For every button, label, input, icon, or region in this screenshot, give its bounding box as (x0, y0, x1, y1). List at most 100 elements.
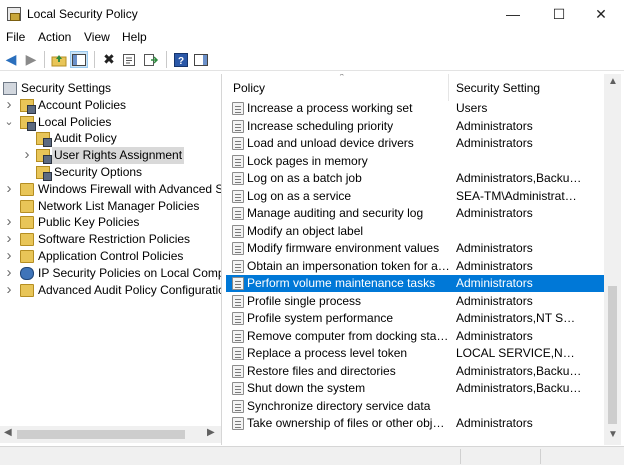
tree-item[interactable]: Security Options (0, 164, 221, 181)
scrollbar-thumb[interactable] (17, 430, 185, 439)
properties-icon[interactable] (120, 51, 138, 68)
policy-row[interactable]: Obtain an impersonation token for ano...… (226, 258, 604, 275)
policy-row[interactable]: Perform volume maintenance tasks Administ… (226, 275, 604, 292)
scroll-left-arrow-icon[interactable]: ◀ (4, 427, 12, 438)
tree-item[interactable]: Audit Policy (0, 130, 221, 148)
menu-file[interactable]: File (6, 30, 25, 44)
chevron-right-icon[interactable]: › (4, 248, 14, 263)
folder-icon (20, 233, 34, 247)
chevron-right-icon[interactable]: › (4, 97, 14, 112)
app-icon (7, 7, 21, 21)
column-header-policy[interactable]: Policy (233, 74, 265, 101)
help-icon[interactable]: ? (172, 51, 190, 68)
policy-row[interactable]: Modify an object label (226, 223, 604, 240)
chevron-right-icon[interactable]: › (4, 214, 14, 229)
tree-item[interactable]: › Public Key Policies (0, 214, 221, 231)
toolbar-separator (44, 51, 45, 68)
policy-row[interactable]: Replace a process level token LOCAL SERVI… (226, 345, 604, 362)
tree-item[interactable]: Security Settings (0, 80, 221, 97)
policy-icon (232, 137, 244, 150)
policy-icon (232, 312, 244, 325)
security-setting-value: SEA-TM\Administrator,... (456, 188, 582, 203)
folder-icon (20, 182, 34, 196)
menu-bar: File Action View Help (0, 29, 624, 47)
menu-view[interactable]: View (84, 30, 110, 44)
security-setting-value: Administrators (456, 258, 533, 273)
tree-item-label: Application Control Policies (38, 249, 184, 263)
chevron-right-icon[interactable]: › (4, 181, 14, 196)
console-tree[interactable]: Security Settings › Account Policies ⌄ Local… (0, 74, 222, 445)
window-title: Local Security Policy (27, 7, 138, 21)
policy-icon (232, 189, 244, 203)
policy-row[interactable]: Load and unload device drivers Administra… (226, 135, 604, 152)
folder-lock-icon (36, 149, 52, 165)
action-pane-icon[interactable] (192, 51, 210, 68)
tree-item-label: Public Key Policies (38, 215, 140, 230)
scroll-right-arrow-icon[interactable]: ▶ (207, 427, 215, 438)
policy-icon (232, 364, 244, 378)
back-arrow-icon[interactable]: ◀ (2, 51, 20, 68)
up-folder-icon[interactable] (50, 51, 68, 68)
folder-lock-icon (20, 115, 36, 131)
tree-item[interactable]: › Windows Firewall with Advanced Secu (0, 181, 221, 198)
export-list-icon[interactable] (142, 51, 160, 68)
list-vertical-scrollbar[interactable]: ▲ ▼ (604, 74, 621, 445)
chevron-right-icon[interactable]: › (4, 282, 14, 297)
policy-icon (232, 399, 244, 413)
title-bar: Local Security Policy — ☐ ✕ (0, 0, 624, 28)
status-panel (540, 449, 624, 464)
policy-row[interactable]: Log on as a batch job Administrators,Back… (226, 170, 604, 187)
policy-row[interactable]: Synchronize directory service data (226, 398, 604, 415)
minimize-button[interactable]: — (490, 0, 536, 28)
tree-horizontal-scrollbar[interactable]: ◀ ▶ (0, 426, 221, 443)
policy-row[interactable]: Lock pages in memory (226, 153, 604, 170)
menu-help[interactable]: Help (122, 30, 147, 44)
chevron-down-icon[interactable]: ⌄ (4, 114, 14, 131)
policy-icon (232, 224, 244, 238)
policy-row[interactable]: Profile single process Administrators (226, 293, 604, 310)
security-settings-icon (3, 82, 17, 95)
tree-item[interactable]: › Account Policies (0, 97, 221, 114)
tree-item-label: Security Settings (21, 81, 112, 95)
policy-row[interactable]: Profile system performance Administrators… (226, 310, 604, 327)
policy-row[interactable]: Log on as a service SEA-TM\Administrator,… (226, 188, 604, 205)
security-setting-value: Administrators,Backup ... (456, 363, 582, 378)
policy-name: Manage auditing and security log (247, 206, 424, 220)
forward-arrow-icon[interactable]: ▶ (22, 51, 40, 68)
menu-action[interactable]: Action (38, 30, 71, 44)
tree-item[interactable]: Network List Manager Policies (0, 198, 221, 215)
policy-row[interactable]: Remove computer from docking station Admi… (226, 328, 604, 345)
security-setting-value: Administrators,Backup ... (456, 171, 582, 185)
scroll-down-arrow-icon[interactable]: ▼ (608, 429, 618, 440)
policy-row[interactable]: Increase a process working set Users (226, 100, 604, 117)
ip-security-icon (20, 266, 34, 280)
policy-row[interactable]: Manage auditing and security log Administ… (226, 205, 604, 222)
maximize-button[interactable]: ☐ (536, 0, 582, 28)
security-setting-value: Administrators (456, 118, 533, 133)
policy-row[interactable]: Increase scheduling priority Administrato… (226, 118, 604, 135)
scroll-up-arrow-icon[interactable]: ▲ (608, 76, 618, 87)
policy-icon (232, 382, 244, 395)
tree-item[interactable]: ⌄ Local Policies (0, 114, 221, 131)
tree-item[interactable]: › Application Control Policies (0, 248, 221, 265)
policy-row[interactable]: Restore files and directories Administrat… (226, 363, 604, 380)
tree-item[interactable]: › IP Security Policies on Local Compute (0, 265, 221, 282)
folder-lock-icon (36, 166, 52, 181)
delete-icon[interactable]: ✖ (100, 51, 118, 68)
policy-row[interactable]: Shut down the system Administrators,Backu… (226, 380, 604, 397)
security-setting-value: Administrators,Backup ... (456, 381, 582, 395)
scrollbar-thumb[interactable] (608, 286, 617, 424)
column-divider[interactable] (448, 74, 449, 101)
show-hide-tree-icon[interactable] (70, 51, 88, 68)
tree-item[interactable]: › Advanced Audit Policy Configuration (0, 282, 221, 299)
tree-item[interactable]: › Software Restriction Policies (0, 231, 221, 248)
policy-row[interactable]: Modify firmware environment values Admini… (226, 240, 604, 257)
close-button[interactable]: ✕ (578, 0, 624, 28)
policy-row[interactable]: Take ownership of files or other objects… (226, 415, 604, 432)
tree-item[interactable]: › User Rights Assignment (0, 147, 221, 165)
chevron-right-icon[interactable]: › (4, 231, 14, 246)
chevron-right-icon[interactable]: › (22, 147, 32, 162)
chevron-right-icon[interactable]: › (4, 265, 14, 280)
policy-name: Remove computer from docking station (247, 328, 451, 343)
column-header-security-setting[interactable]: Security Setting (456, 74, 540, 101)
